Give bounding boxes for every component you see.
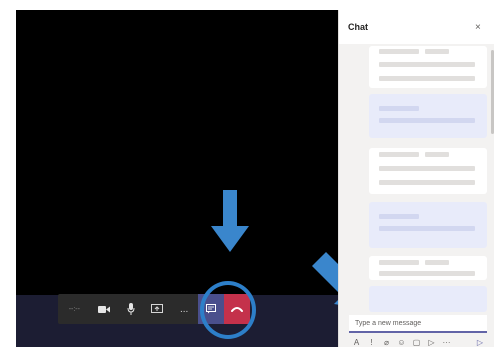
- more-options-icon[interactable]: ···: [439, 337, 454, 347]
- chat-message-sent: [369, 202, 487, 248]
- microphone-icon: [127, 303, 135, 315]
- message-input[interactable]: [349, 315, 487, 331]
- chat-message-sent: [369, 94, 487, 138]
- camera-button[interactable]: [91, 294, 118, 324]
- highlight-circle-annotation: [200, 281, 256, 339]
- microphone-button[interactable]: [117, 294, 144, 324]
- send-icon[interactable]: ▷: [473, 337, 487, 347]
- close-chat-button[interactable]: ×: [475, 22, 481, 33]
- video-camera-icon: [98, 305, 111, 313]
- emoji-icon[interactable]: ☺: [394, 337, 409, 347]
- more-actions-button[interactable]: ...: [171, 294, 198, 324]
- format-icon[interactable]: A: [349, 337, 364, 347]
- attach-icon[interactable]: ⌀: [379, 337, 394, 347]
- chat-message-received: [369, 148, 487, 194]
- chat-header: Chat ×: [339, 10, 494, 44]
- share-screen-icon: [151, 304, 164, 313]
- teams-call-window: --:-- ... Chat × Type a new message A ! …: [0, 0, 494, 347]
- compose-toolbar: A ! ⌀ ☺ ▢ ▷ ··· ▷: [349, 337, 489, 347]
- chat-title: Chat: [348, 22, 368, 32]
- chat-message-sent: [369, 286, 487, 312]
- giphy-icon[interactable]: ▢: [409, 337, 424, 347]
- arrow-down-annotation: [211, 190, 249, 252]
- compose-box: [349, 315, 487, 333]
- chat-message-received: [369, 46, 487, 88]
- chat-panel: Chat × Type a new message A ! ⌀ ☺ ▢ ▷ ··…: [338, 10, 494, 347]
- sticker-icon[interactable]: ▷: [424, 337, 439, 347]
- share-screen-button[interactable]: [144, 294, 171, 324]
- chat-message-received: [369, 256, 487, 280]
- important-icon[interactable]: !: [364, 337, 379, 347]
- call-timer: --:--: [68, 305, 80, 313]
